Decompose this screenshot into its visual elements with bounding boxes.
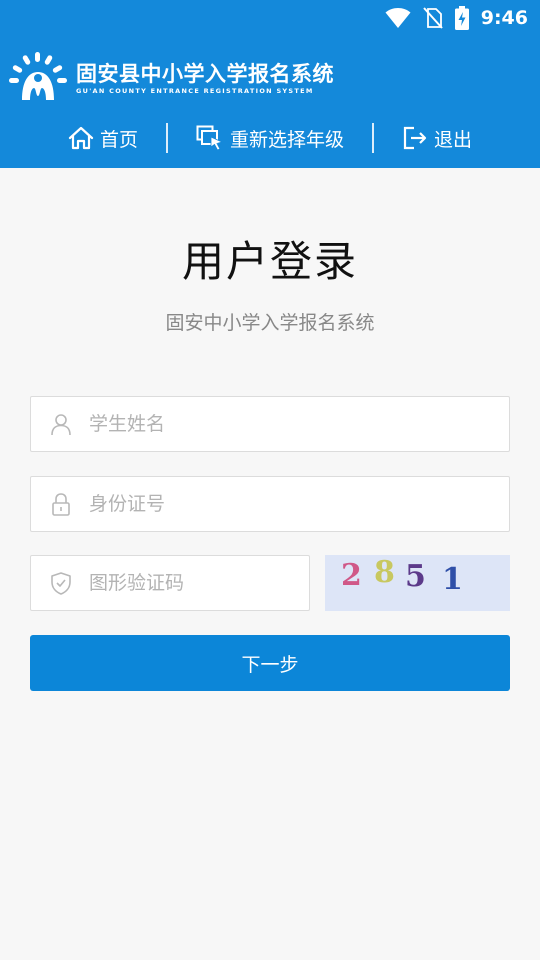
captcha-input[interactable] bbox=[89, 556, 309, 610]
home-icon bbox=[68, 126, 94, 150]
battery-charging-icon bbox=[454, 6, 469, 30]
shield-check-icon bbox=[51, 572, 71, 595]
next-step-button[interactable]: 下一步 bbox=[30, 635, 510, 691]
id-number-input[interactable] bbox=[89, 477, 509, 531]
windows-cursor-icon bbox=[196, 125, 224, 151]
id-number-field[interactable] bbox=[30, 476, 510, 532]
nav-logout[interactable]: 退出 bbox=[402, 125, 472, 152]
captcha-digit: 2 bbox=[341, 558, 362, 593]
user-icon bbox=[51, 414, 71, 436]
logout-icon bbox=[403, 126, 427, 150]
login-subtitle: 固安中小学入学报名系统 bbox=[165, 312, 375, 334]
status-bar: 9:46 bbox=[0, 0, 540, 36]
app-header: 固安县中小学入学报名系统 GU'AN COUNTY ENTRANCE REGIS… bbox=[0, 36, 540, 168]
captcha-graphic: 2 8 5 1 bbox=[325, 555, 510, 611]
lock-icon bbox=[52, 493, 70, 516]
nav-reselect-grade[interactable]: 重新选择年级 bbox=[196, 125, 344, 152]
status-time: 9:46 bbox=[480, 7, 528, 29]
nav-home[interactable]: 首页 bbox=[68, 125, 138, 152]
captcha-digit: 1 bbox=[442, 562, 463, 597]
nav-reselect-grade-label: 重新选择年级 bbox=[229, 128, 344, 151]
student-name-field[interactable] bbox=[30, 396, 510, 452]
login-title: 用户登录 bbox=[181, 237, 358, 286]
wifi-icon bbox=[385, 8, 411, 28]
brand: 固安县中小学入学报名系统 GU'AN COUNTY ENTRANCE REGIS… bbox=[8, 52, 334, 104]
captcha-digit: 8 bbox=[374, 555, 395, 590]
brand-text: 固安县中小学入学报名系统 GU'AN COUNTY ENTRANCE REGIS… bbox=[76, 61, 334, 96]
status-icons: 9:46 bbox=[385, 0, 528, 36]
captcha-digit: 5 bbox=[405, 559, 426, 594]
nav-home-label: 首页 bbox=[99, 128, 138, 151]
nav-divider bbox=[372, 123, 374, 153]
app-subtitle: GU'AN COUNTY ENTRANCE REGISTRATION SYSTE… bbox=[76, 86, 314, 95]
nav-logout-label: 退出 bbox=[434, 128, 473, 151]
nav-divider bbox=[165, 123, 168, 153]
sun-child-logo-icon bbox=[9, 52, 67, 100]
no-sim-icon bbox=[422, 7, 443, 29]
student-name-input[interactable] bbox=[89, 397, 509, 451]
captcha-field[interactable] bbox=[30, 555, 310, 611]
app-title: 固安县中小学入学报名系统 bbox=[76, 61, 334, 86]
header-nav: 首页 重新选择年级 退出 bbox=[0, 120, 540, 156]
captcha-image[interactable]: 2 8 5 1 bbox=[325, 555, 510, 611]
